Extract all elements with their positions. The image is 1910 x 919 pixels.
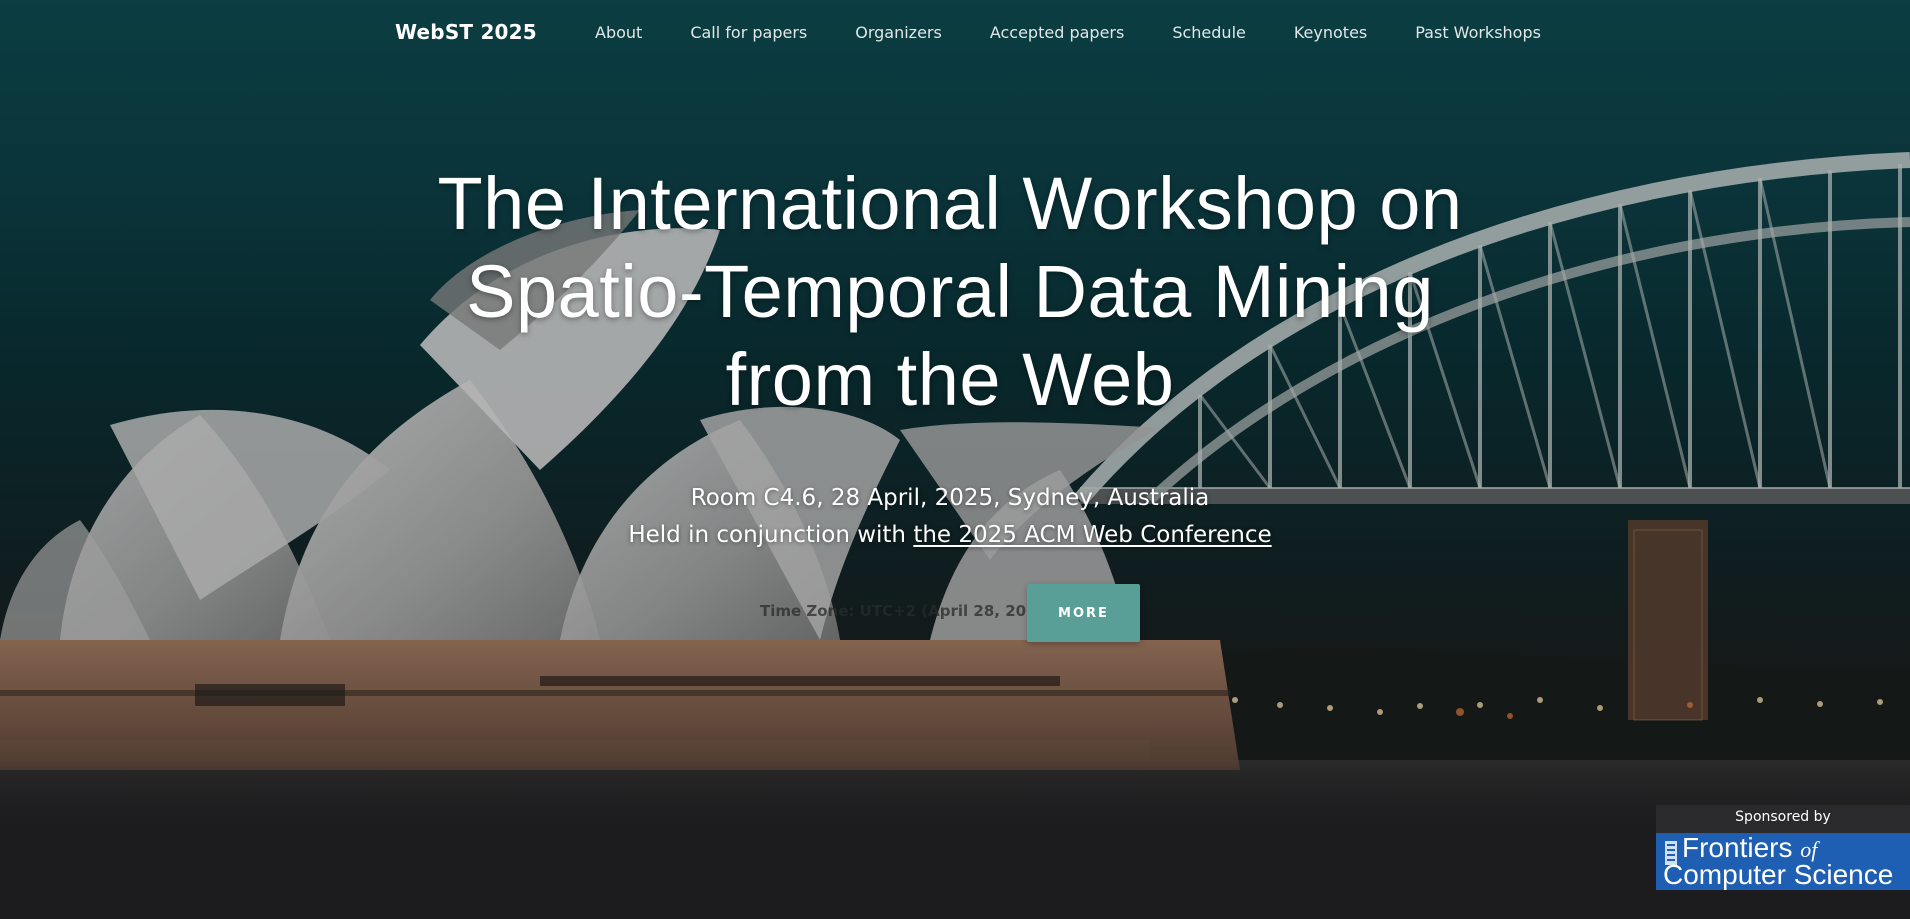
hero-title-line-3: from the Web: [725, 338, 1175, 421]
hero-section: The International Workshop on Spatio-Tem…: [355, 160, 1545, 642]
nav-link-keynotes[interactable]: Keynotes: [1294, 23, 1367, 42]
nav-menu: About Call for papers Organizers Accepte…: [595, 23, 1589, 42]
conjunction-line: Held in conjunction with the 2025 ACM We…: [355, 517, 1545, 554]
nav-item-about: About: [595, 23, 642, 42]
nav-link-about[interactable]: About: [595, 23, 642, 42]
event-location-line: Room C4.6, 28 April, 2025, Sydney, Austr…: [690, 485, 1210, 511]
sponsor-label: Sponsored by: [1735, 809, 1831, 825]
nav-link-call-for-papers[interactable]: Call for papers: [690, 23, 807, 42]
nav-item-keynotes: Keynotes: [1294, 23, 1367, 42]
top-navbar: WebST 2025 About Call for papers Organiz…: [0, 0, 1910, 66]
nav-item-call-for-papers: Call for papers: [690, 23, 807, 42]
nav-link-schedule[interactable]: Schedule: [1172, 23, 1246, 42]
nav-item-organizers: Organizers: [855, 23, 942, 42]
hero-title-line-1: The International Workshop on: [437, 162, 1463, 245]
timezone-note: Time Zone: UTC+2 (April 28, 2025): [760, 602, 1054, 620]
more-button[interactable]: MORE: [1027, 584, 1140, 642]
nav-item-past-workshops: Past Workshops: [1415, 23, 1541, 42]
nav-link-organizers[interactable]: Organizers: [855, 23, 942, 42]
sponsor-logo-line-2: Computer Science: [1663, 859, 1894, 890]
sponsor-logo[interactable]: Frontiers of Computer Science: [1656, 833, 1910, 890]
hero-title: The International Workshop on Spatio-Tem…: [355, 160, 1545, 424]
hero-title-line-2: Spatio-Temporal Data Mining: [466, 250, 1434, 333]
conference-link[interactable]: the 2025 ACM Web Conference: [913, 522, 1271, 548]
bottom-fade: [0, 760, 1910, 919]
nav-link-accepted-papers[interactable]: Accepted papers: [990, 23, 1125, 42]
hero-subtitle: Room C4.6, 28 April, 2025, Sydney, Austr…: [355, 480, 1545, 554]
page: WebST 2025 About Call for papers Organiz…: [0, 0, 1910, 919]
conjunction-prefix: Held in conjunction with: [628, 522, 914, 548]
sponsor-box: Sponsored by Frontiers of Computer Scien…: [1656, 805, 1910, 890]
cta-row: Time Zone: UTC+2 (April 28, 2025) MORE: [355, 582, 1545, 642]
nav-link-past-workshops[interactable]: Past Workshops: [1415, 23, 1541, 42]
nav-item-accepted-papers: Accepted papers: [990, 23, 1125, 42]
nav-item-schedule: Schedule: [1172, 23, 1246, 42]
brand-link[interactable]: WebST 2025: [395, 20, 537, 44]
